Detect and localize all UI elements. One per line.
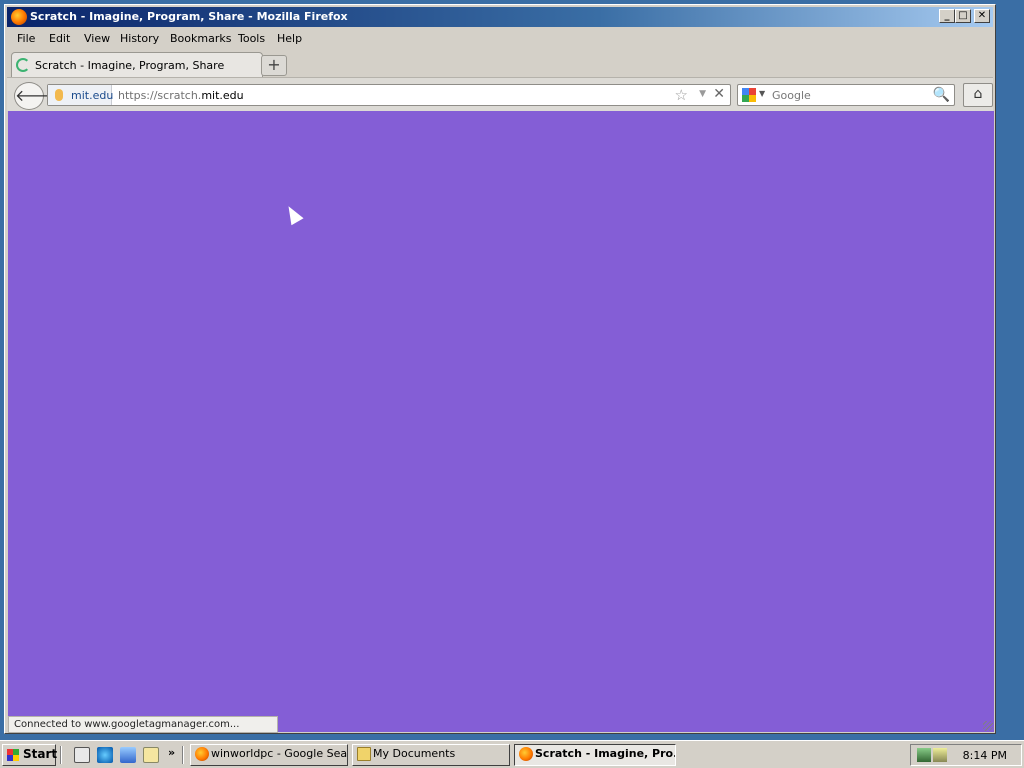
url-text[interactable]: https://scratch.mit.edu <box>118 89 244 102</box>
firefox-icon <box>195 747 209 761</box>
search-icon[interactable]: 🔍 <box>933 87 950 103</box>
google-icon[interactable] <box>742 88 756 102</box>
mouse-cursor-icon <box>282 202 304 226</box>
taskbar-separator <box>60 746 62 764</box>
firefox-icon <box>519 747 533 761</box>
navigation-toolbar: 🡐 mit.edu https://scratch.mit.edu ☆ ▼ ✕ … <box>7 77 993 111</box>
menu-file[interactable]: File <box>17 32 35 45</box>
taskbar-item-scratch[interactable]: Scratch - Imagine, Pro... <box>514 744 676 766</box>
identity-label: mit.edu <box>71 89 114 102</box>
site-identity-button[interactable]: mit.edu <box>48 85 114 105</box>
show-desktop-icon[interactable] <box>74 747 90 763</box>
taskbar: Start » winworldpc - Google Sear... My D… <box>0 740 1024 768</box>
system-tray: 8:14 PM <box>910 744 1022 766</box>
internet-explorer-icon[interactable] <box>97 747 113 763</box>
bookmark-star-icon[interactable]: ☆ <box>675 86 688 104</box>
search-files-icon[interactable] <box>143 747 159 763</box>
stop-icon[interactable]: ✕ <box>713 86 725 102</box>
new-tab-button[interactable]: + <box>261 55 287 76</box>
menu-tools[interactable]: Tools <box>238 32 265 45</box>
folder-icon <box>357 747 371 761</box>
minimize-button[interactable]: _ <box>939 9 955 23</box>
clock[interactable]: 8:14 PM <box>963 749 1007 762</box>
tab-scratch[interactable]: Scratch - Imagine, Program, Share <box>11 52 263 77</box>
menu-history[interactable]: History <box>120 32 159 45</box>
url-bar[interactable]: mit.edu https://scratch.mit.edu ☆ ▼ ✕ <box>47 84 731 106</box>
menubar: File Edit View History Bookmarks Tools H… <box>7 29 993 49</box>
search-engine-dropdown-icon[interactable]: ▼ <box>759 89 765 98</box>
firefox-icon <box>11 9 27 25</box>
menu-view[interactable]: View <box>84 32 110 45</box>
tab-strip: Scratch - Imagine, Program, Share + <box>7 49 993 77</box>
loading-spinner-icon <box>16 58 30 72</box>
status-tooltip: Connected to www.googletagmanager.com... <box>8 716 278 733</box>
taskbar-item-my-documents[interactable]: My Documents <box>352 744 510 766</box>
menu-help[interactable]: Help <box>277 32 302 45</box>
window-title: Scratch - Imagine, Program, Share - Mozi… <box>30 10 348 23</box>
windows-logo-icon <box>7 749 19 761</box>
menu-bookmarks[interactable]: Bookmarks <box>170 32 231 45</box>
start-button[interactable]: Start <box>2 744 57 766</box>
network-icon[interactable] <box>917 748 931 762</box>
close-button[interactable]: ✕ <box>974 9 990 23</box>
site-favicon-icon <box>55 89 63 101</box>
resize-grip[interactable] <box>983 721 993 731</box>
taskbar-separator <box>182 746 184 764</box>
maximize-button[interactable]: □ <box>955 9 971 23</box>
search-input[interactable]: Google <box>772 89 811 102</box>
search-bar[interactable]: ▼ Google 🔍 <box>737 84 955 106</box>
outlook-express-icon[interactable] <box>120 747 136 763</box>
quicklaunch-more-icon[interactable]: » <box>168 746 175 759</box>
back-button[interactable]: 🡐 <box>14 82 58 110</box>
page-content[interactable] <box>8 111 994 732</box>
home-button[interactable]: ⌂ <box>963 83 993 107</box>
taskbar-item-winworldpc[interactable]: winworldpc - Google Sear... <box>190 744 348 766</box>
history-dropdown-icon[interactable]: ▼ <box>699 89 706 99</box>
menu-edit[interactable]: Edit <box>49 32 70 45</box>
firefox-window: Scratch - Imagine, Program, Share - Mozi… <box>4 4 996 734</box>
window-titlebar[interactable]: Scratch - Imagine, Program, Share - Mozi… <box>7 7 993 27</box>
tab-label: Scratch - Imagine, Program, Share <box>35 59 225 72</box>
security-icon[interactable] <box>933 748 947 762</box>
